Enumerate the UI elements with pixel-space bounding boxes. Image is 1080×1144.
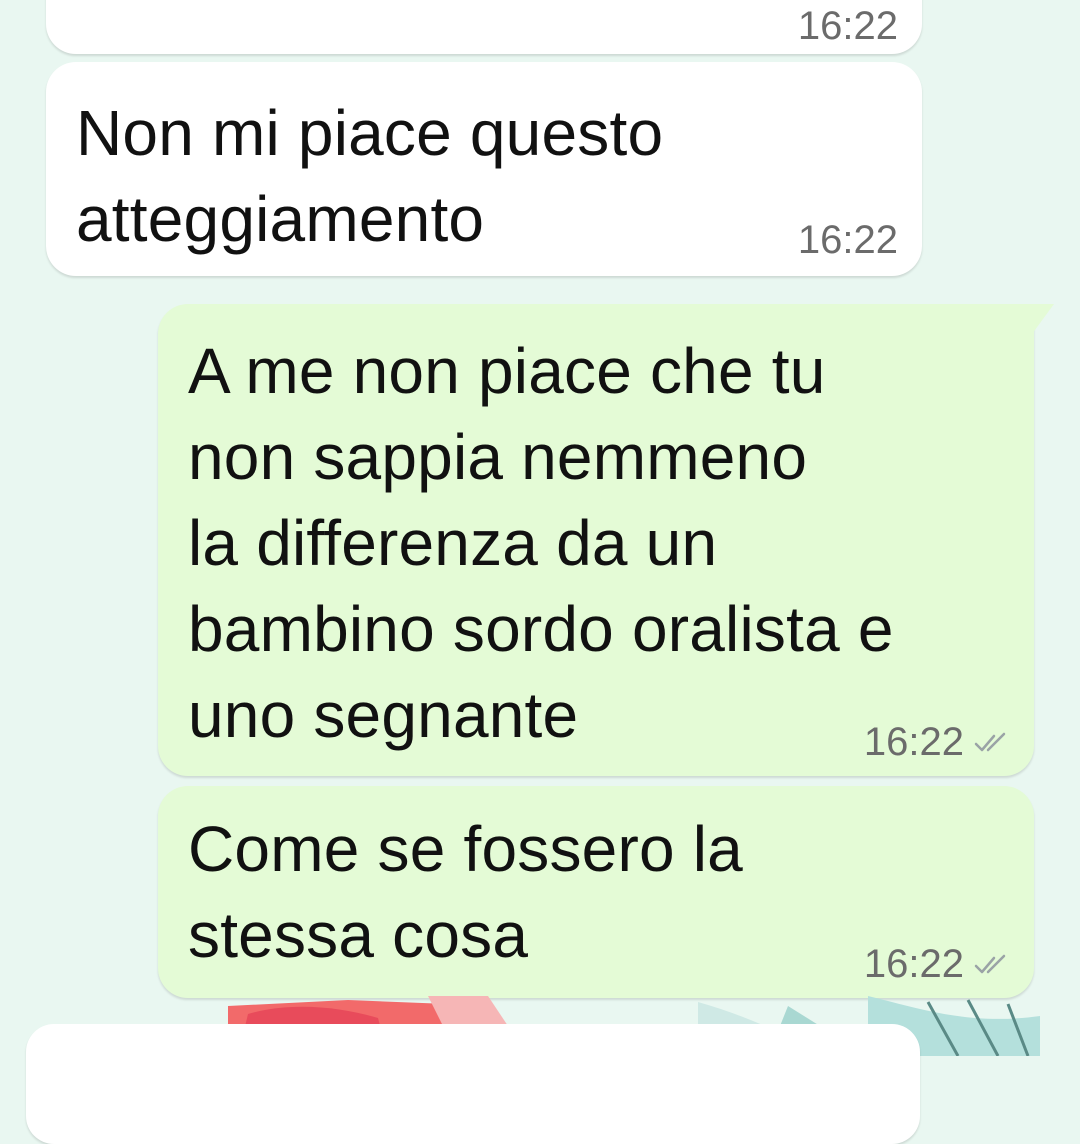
message-text: Come se fossero la stessa cosa: [188, 813, 743, 971]
double-check-icon: [974, 954, 1006, 973]
message-text: A me non piace che tu non sappia nemmeno…: [188, 335, 894, 751]
message-meta: 16:22: [798, 218, 898, 263]
double-check-icon: [974, 732, 1006, 751]
message-timestamp: 16:22: [863, 942, 964, 986]
chat-thread: segno 16:22 Non mi piace questo atteggia…: [0, 0, 1080, 1144]
message-bubble-outgoing[interactable]: Come se fossero la stessa cosa 16:22: [158, 786, 1034, 998]
message-bubble-outgoing[interactable]: A me non piace che tu non sappia nemmeno…: [158, 304, 1054, 776]
message-meta: 16:22: [864, 942, 1010, 987]
message-timestamp: 16:22: [797, 4, 898, 48]
message-timestamp: 16:22: [863, 720, 964, 764]
message-bubble-incoming[interactable]: Non mi piace questo atteggiamento 16:22: [46, 62, 922, 276]
message-text: Non mi piace questo atteggiamento: [76, 97, 664, 255]
message-bubble-incoming[interactable]: segno 16:22: [46, 0, 922, 54]
message-timestamp: 16:22: [797, 218, 898, 262]
message-meta: 16:22: [798, 4, 898, 49]
message-meta: 16:22: [864, 720, 1010, 765]
bubble-tail: [1032, 304, 1054, 334]
message-bubble-incoming-partial[interactable]: [26, 1024, 920, 1144]
